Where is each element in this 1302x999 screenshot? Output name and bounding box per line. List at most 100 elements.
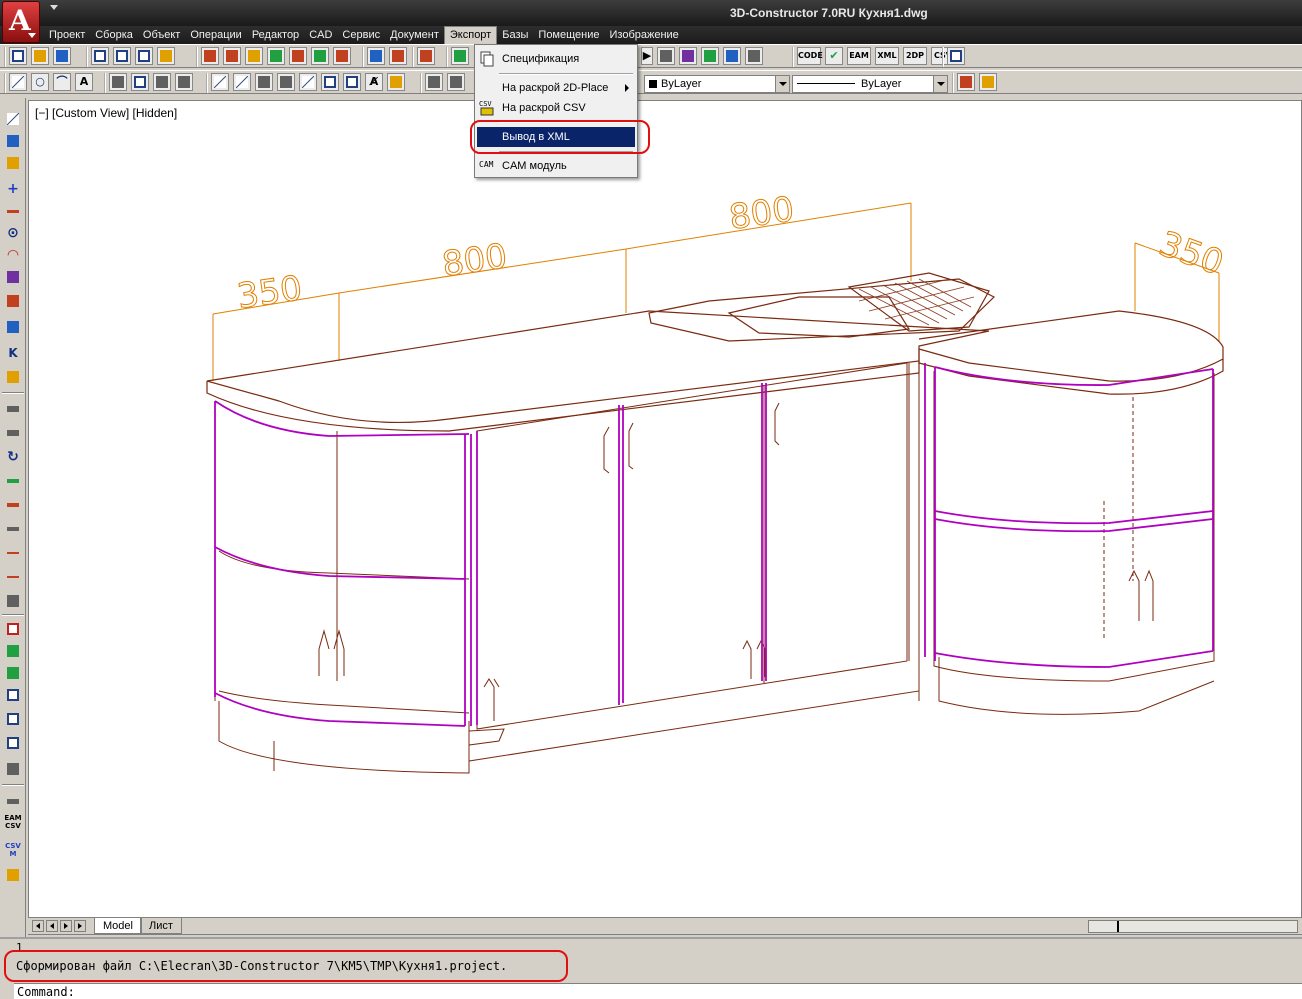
dashed-button[interactable] <box>4 544 22 562</box>
flag-button[interactable] <box>4 866 22 884</box>
quick-access-dropdown-icon[interactable] <box>50 5 58 10</box>
save-button[interactable] <box>53 47 71 65</box>
ruler-button[interactable] <box>4 792 22 810</box>
box-copy-button[interactable] <box>135 47 153 65</box>
tiles-button[interactable] <box>4 664 22 682</box>
menu-item-csv[interactable]: CSV На раскрой CSV <box>477 98 635 118</box>
list-button[interactable] <box>389 47 407 65</box>
last-tab-button[interactable] <box>74 920 86 932</box>
render-blue-button[interactable] <box>723 47 741 65</box>
menu-item-2d-place[interactable]: На раскрой 2D-Place <box>477 78 635 98</box>
cube-stack-button[interactable] <box>245 47 263 65</box>
menu-service[interactable]: Сервис <box>337 26 385 44</box>
tree-button[interactable] <box>4 760 22 778</box>
offset-button[interactable] <box>255 73 273 91</box>
rotate-button[interactable]: ↻ <box>4 448 22 466</box>
slope-button[interactable] <box>299 73 317 91</box>
zoom-object-button[interactable] <box>679 47 697 65</box>
first-tab-button[interactable] <box>32 920 44 932</box>
open-file-button[interactable] <box>31 47 49 65</box>
pan-button[interactable]: ▶ <box>641 47 653 65</box>
group-button[interactable] <box>425 73 443 91</box>
leader-button[interactable] <box>4 318 22 336</box>
code-button[interactable]: CODE <box>797 47 823 65</box>
linetype-combo[interactable]: ByLayer <box>792 75 948 93</box>
radius-button[interactable]: ⊙ <box>4 224 22 242</box>
green-flag-button[interactable] <box>311 47 329 65</box>
dashed2-button[interactable] <box>4 568 22 586</box>
frame-button[interactable] <box>343 73 361 91</box>
undo-arc-button[interactable] <box>109 73 127 91</box>
dimension-width-button[interactable] <box>4 202 22 220</box>
angle-line-button[interactable] <box>211 73 229 91</box>
join-button[interactable] <box>4 496 22 514</box>
dash-button[interactable] <box>277 73 295 91</box>
dimension-angle-button[interactable] <box>4 154 22 172</box>
window-button[interactable] <box>4 620 22 638</box>
size-h-button[interactable] <box>4 400 22 418</box>
stamp-button[interactable] <box>4 592 22 610</box>
material-button[interactable] <box>745 47 763 65</box>
measure-button[interactable] <box>4 520 22 538</box>
command-input[interactable]: Command: <box>14 983 1302 999</box>
dimension-linear-button[interactable] <box>4 110 22 128</box>
menu-export[interactable]: Экспорт <box>443 26 498 44</box>
mirror-button[interactable] <box>447 73 465 91</box>
eam-button[interactable]: EAM <box>847 47 871 65</box>
tab-model[interactable]: Model <box>94 918 142 934</box>
cube-red-button[interactable] <box>201 47 219 65</box>
ordinate-button[interactable] <box>4 268 22 286</box>
match-properties-button[interactable] <box>957 73 975 91</box>
next-tab-button[interactable] <box>60 920 72 932</box>
chevron-down-icon[interactable] <box>775 76 789 92</box>
size-v-button[interactable] <box>4 424 22 442</box>
color-combo[interactable]: ByLayer <box>644 75 790 93</box>
menu-editor[interactable]: Редактор <box>247 26 304 44</box>
edit-text-button[interactable]: A̸ <box>365 73 383 91</box>
new-file-button[interactable] <box>9 47 27 65</box>
scrollbar-thumb[interactable] <box>1117 921 1123 932</box>
k-tool-button[interactable]: K <box>4 344 22 362</box>
text-button[interactable]: A <box>75 73 93 91</box>
rectangle-button[interactable] <box>131 73 149 91</box>
brush-button[interactable] <box>979 73 997 91</box>
menu-document[interactable]: Документ <box>385 26 444 44</box>
arc-button[interactable]: ⌒ <box>53 73 71 91</box>
menu-room[interactable]: Помещение <box>533 26 604 44</box>
menu-item-specification[interactable]: Спецификация <box>477 49 635 69</box>
kitchen-cabinet-drawing[interactable]: 350 800 800 350 <box>29 101 1301 917</box>
prev-tab-button[interactable] <box>46 920 58 932</box>
cube-arrow-button[interactable] <box>223 47 241 65</box>
arc-dim-button[interactable]: ◠ <box>4 246 22 264</box>
polyline-button[interactable] <box>233 73 251 91</box>
horizontal-scrollbar[interactable] <box>1088 920 1298 933</box>
circle-button[interactable]: ○ <box>31 73 49 91</box>
box-edit-button[interactable] <box>113 47 131 65</box>
eam-csv-button[interactable]: EAM CSV <box>4 814 22 832</box>
copy-view-button[interactable] <box>4 710 22 728</box>
green-panel-button[interactable] <box>267 47 285 65</box>
copy-window-button[interactable] <box>947 47 965 65</box>
tab-sheet[interactable]: Лист <box>140 918 182 934</box>
menu-databases[interactable]: Базы <box>497 26 533 44</box>
bulb-button[interactable] <box>4 368 22 386</box>
square-button[interactable] <box>321 73 339 91</box>
ucs-origin-button[interactable]: + <box>4 180 22 198</box>
line-button[interactable] <box>9 73 27 91</box>
doc-view-button[interactable] <box>4 734 22 752</box>
chevron-down-icon[interactable] <box>933 76 947 92</box>
hatch-button[interactable] <box>4 292 22 310</box>
drawing-viewport[interactable]: [−] [Custom View] [Hidden] 350 800 800 3… <box>28 100 1302 918</box>
menu-cad[interactable]: CAD <box>304 26 337 44</box>
menu-object[interactable]: Объект <box>138 26 185 44</box>
application-menu-button[interactable]: A <box>2 1 40 43</box>
xml-button[interactable]: XML <box>875 47 899 65</box>
stretch-button[interactable] <box>153 73 171 91</box>
menu-image[interactable]: Изображение <box>605 26 684 44</box>
axis-button[interactable] <box>289 47 307 65</box>
render-green-button[interactable] <box>701 47 719 65</box>
2dp-button[interactable]: 2DP <box>903 47 927 65</box>
csv-m-button[interactable]: CSV M <box>4 842 22 860</box>
check-button[interactable]: ✔ <box>825 47 843 65</box>
menu-assembly[interactable]: Сборка <box>90 26 138 44</box>
